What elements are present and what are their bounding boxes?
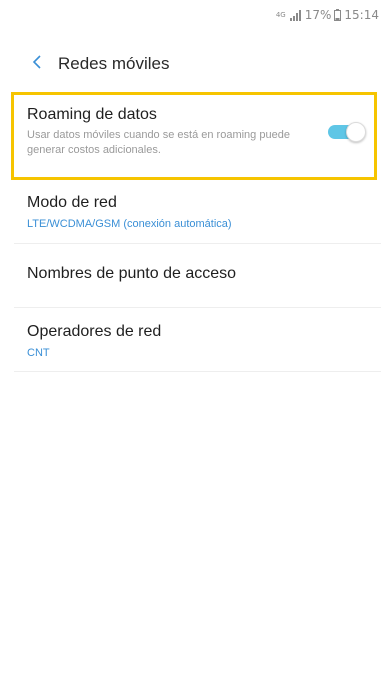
network-type-label: 4G bbox=[275, 10, 286, 19]
setting-network-mode[interactable]: Modo de red LTE/WCDMA/GSM (conexión auto… bbox=[14, 180, 381, 244]
apn-title: Nombres de punto de acceso bbox=[27, 265, 237, 282]
network-mode-title: Modo de red bbox=[27, 194, 117, 211]
network-mode-value: LTE/WCDMA/GSM (conexión automática) bbox=[27, 218, 232, 230]
roaming-toggle[interactable] bbox=[328, 122, 366, 142]
roaming-title: Roaming de datos bbox=[27, 106, 157, 123]
operators-value: CNT bbox=[27, 347, 50, 359]
clock: 15:14 bbox=[344, 8, 379, 22]
network-type-icon: 4G bbox=[275, 10, 287, 19]
roaming-description: Usar datos móviles cuando se está en roa… bbox=[27, 129, 290, 156]
status-bar: 4G 17% 15:14 bbox=[0, 0, 381, 30]
page-title: Redes móviles bbox=[58, 54, 170, 73]
chevron-left-icon bbox=[32, 54, 42, 75]
battery-icon bbox=[334, 9, 342, 21]
setting-network-operators[interactable]: Operadores de red CNT bbox=[14, 308, 381, 372]
battery-percent: 17% bbox=[304, 8, 332, 22]
settings-list: Roaming de datos Usar datos móviles cuan… bbox=[11, 92, 381, 372]
app-bar: Redes móviles bbox=[0, 44, 381, 84]
back-button[interactable] bbox=[26, 49, 48, 79]
setting-roaming[interactable]: Roaming de datos Usar datos móviles cuan… bbox=[11, 92, 377, 180]
setting-apn[interactable]: Nombres de punto de acceso bbox=[14, 244, 381, 308]
operators-title: Operadores de red bbox=[27, 323, 162, 340]
signal-icon bbox=[289, 9, 302, 21]
toggle-thumb bbox=[346, 122, 366, 142]
